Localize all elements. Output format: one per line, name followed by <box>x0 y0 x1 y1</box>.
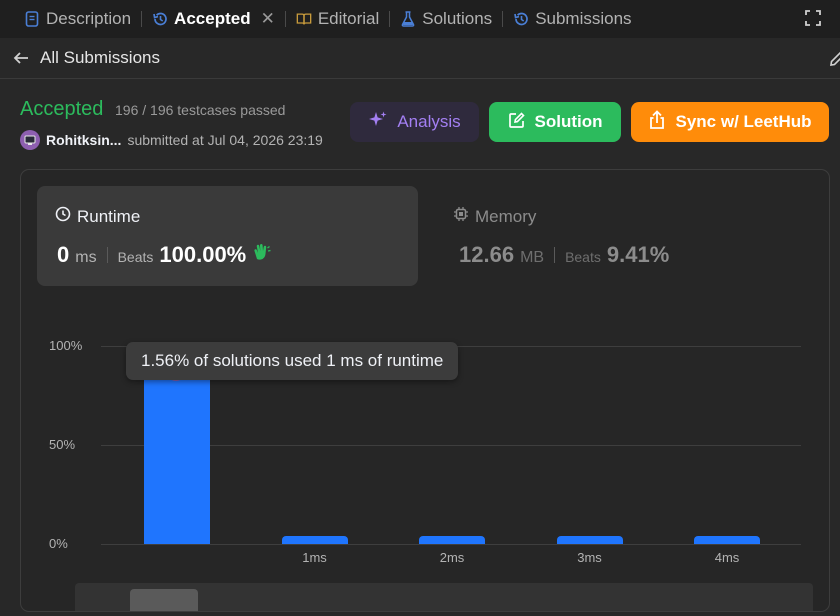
clap-icon <box>252 242 272 267</box>
solution-button[interactable]: Solution <box>489 102 621 142</box>
document-icon <box>24 11 40 27</box>
memory-beats-label: Beats <box>565 249 601 265</box>
tab-divider <box>284 11 286 27</box>
chart-bar-3ms[interactable] <box>556 536 623 544</box>
analysis-button[interactable]: Analysis <box>350 102 479 142</box>
tab-solutions-label: Solutions <box>422 9 493 28</box>
tab-editorial[interactable]: Editorial <box>290 0 385 38</box>
sync-leethub-button[interactable]: Sync w/ LeetHub <box>631 102 829 142</box>
testcases-passed: 196 / 196 testcases passed <box>115 102 286 118</box>
x-tick-label: 3ms <box>577 550 602 565</box>
minimap-selection[interactable] <box>130 589 198 611</box>
memory-beats-pct: 9.41% <box>606 242 670 267</box>
runtime-title-label: Runtime <box>77 206 141 226</box>
close-icon[interactable]: ✕ <box>261 9 275 29</box>
tab-submissions[interactable]: Submissions <box>507 0 637 38</box>
memory-title: Memory <box>453 206 536 227</box>
y-tick-label: 0% <box>49 536 68 551</box>
memory-unit: MB <box>520 249 545 266</box>
memory-metric: 12.66 MB Beats 9.41% <box>459 242 669 268</box>
runtime-title: Runtime <box>55 206 140 227</box>
book-icon <box>296 11 312 27</box>
chip-icon <box>453 206 469 227</box>
y-tick-label: 50% <box>49 437 76 452</box>
sync-label: Sync w/ LeetHub <box>675 112 812 131</box>
back-nav[interactable]: All Submissions <box>0 38 840 79</box>
avatar[interactable] <box>20 130 40 150</box>
share-icon <box>648 109 666 135</box>
memory-title-label: Memory <box>475 206 537 226</box>
memory-value: 12.66 <box>459 242 515 267</box>
edit-icon <box>508 111 526 134</box>
tab-editorial-label: Editorial <box>317 9 380 28</box>
tab-solutions[interactable]: Solutions <box>394 0 498 38</box>
all-submissions-link[interactable]: All Submissions <box>40 48 160 68</box>
solution-label: Solution <box>534 112 603 131</box>
sparkle-icon <box>368 110 388 135</box>
history-icon <box>513 11 529 27</box>
y-tick-label: 100% <box>49 338 83 353</box>
submission-byline: Rohitksin... submitted at Jul 04, 2026 2… <box>20 130 323 150</box>
x-tick-label: 1ms <box>302 550 327 565</box>
runtime-metric: 0 ms Beats 100.00% <box>57 242 272 268</box>
stats-card: Runtime 0 ms Beats 100.00% Memory 12.66 … <box>20 169 830 612</box>
submission-status: Accepted <box>20 98 104 120</box>
chart-bar-2ms[interactable] <box>419 536 485 544</box>
fullscreen-icon[interactable] <box>804 9 822 27</box>
chart-bar-4ms[interactable] <box>694 536 760 544</box>
top-tab-bar: Description Accepted ✕ Editorial Solutio… <box>0 0 840 38</box>
flask-icon <box>400 11 416 27</box>
chart-gridline <box>101 544 801 545</box>
username[interactable]: Rohitksin... <box>46 132 121 148</box>
x-tick-label: 4ms <box>714 550 740 565</box>
runtime-unit: ms <box>75 249 97 266</box>
tab-submissions-label: Submissions <box>535 9 632 28</box>
runtime-value: 0 <box>57 242 70 267</box>
edit-icon[interactable] <box>828 50 840 68</box>
history-icon <box>152 11 168 27</box>
tab-accepted[interactable]: Accepted ✕ <box>146 0 281 38</box>
submission-panel: All Submissions Accepted 196 / 196 testc… <box>0 38 840 616</box>
runtime-box[interactable]: Runtime 0 ms Beats 100.00% <box>37 186 418 286</box>
chart-bar-1ms[interactable] <box>281 536 348 544</box>
runtime-beats-label: Beats <box>117 249 154 265</box>
clock-icon <box>55 206 71 227</box>
chart-range-minimap[interactable]: 1ms2ms3ms4ms <box>75 583 813 611</box>
tab-divider <box>141 11 143 27</box>
tab-divider <box>502 11 504 27</box>
arrow-left-icon[interactable] <box>12 49 30 67</box>
memory-box[interactable]: Memory 12.66 MB Beats 9.41% <box>435 186 815 286</box>
analysis-label: Analysis <box>397 112 461 131</box>
x-tick-label: 2ms <box>439 550 465 565</box>
runtime-beats-pct: 100.00% <box>159 242 247 267</box>
tab-description[interactable]: Description <box>18 0 137 38</box>
tab-description-label: Description <box>46 9 132 28</box>
tab-accepted-label: Accepted <box>174 9 251 28</box>
submitted-at: submitted at Jul 04, 2026 23:19 <box>127 132 323 148</box>
metric-divider <box>554 247 556 263</box>
chart-tooltip: 1.56% of solutions used 1 ms of runtime <box>126 342 459 380</box>
tab-divider <box>389 11 391 27</box>
metric-divider <box>106 247 108 263</box>
